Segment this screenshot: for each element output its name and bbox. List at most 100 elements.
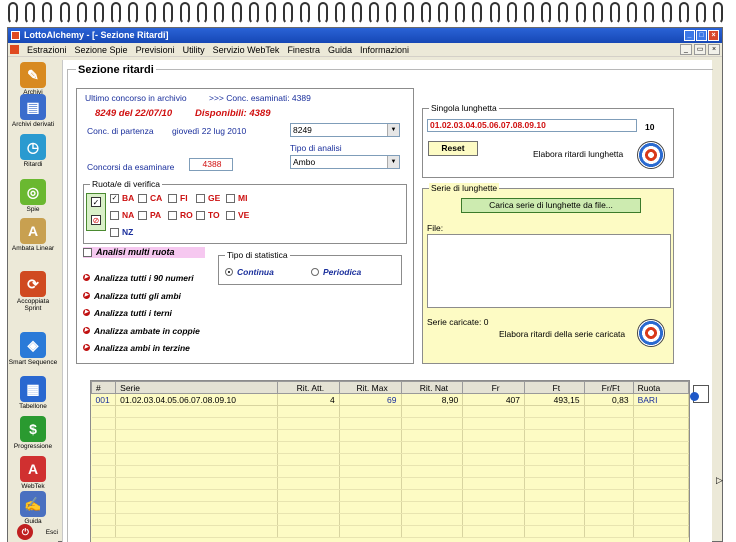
column-header[interactable]: Fr — [462, 381, 525, 394]
load-series-button[interactable]: Carica serie di lunghette da file... — [461, 198, 641, 213]
menu-item[interactable]: Sezione Spie — [71, 45, 132, 55]
page: LottoAlchemy - [- Sezione Ritardi] _ □ ×… — [0, 0, 736, 542]
periodica-radio[interactable] — [311, 268, 319, 276]
sidebar-item-esci[interactable]: ⏻ Esci — [8, 524, 58, 541]
analysis-combo[interactable]: Ambo ▼ — [290, 155, 400, 169]
wheel-checkbox-na[interactable] — [110, 211, 119, 220]
export-doc-icon[interactable] — [690, 385, 709, 403]
menu-item[interactable]: Previsioni — [132, 45, 179, 55]
start-label: Conc. di partenza — [87, 126, 154, 136]
table-cell — [633, 489, 689, 502]
continua-radio[interactable] — [225, 268, 233, 276]
sidebar-item-archivi-derivati[interactable]: ▤ Archivi derivati — [8, 94, 58, 128]
spiral-ring — [627, 2, 638, 24]
wheel-checkbox-ge[interactable] — [196, 194, 205, 203]
analysis-link[interactable]: ▶ Analizza tutti i terni — [83, 308, 172, 318]
spiral-ring — [472, 2, 483, 24]
guide-icon: ✍ — [20, 491, 46, 517]
maximize-button[interactable]: □ — [696, 30, 707, 41]
wheel-checkbox-mi[interactable] — [226, 194, 235, 203]
target-icon[interactable] — [637, 319, 665, 347]
mdi-close-button[interactable]: × — [708, 44, 720, 55]
recycle-icon: ⟳ — [20, 271, 46, 297]
column-header[interactable]: Serie — [115, 381, 278, 394]
column-header[interactable]: Rit. Max — [338, 381, 402, 394]
table-cell — [115, 417, 278, 430]
sidebar-item-tabellone[interactable]: ▦ Tabellone — [8, 376, 58, 410]
table-row-empty — [91, 417, 689, 430]
sidebar-item-webtek[interactable]: A WebTek — [8, 456, 58, 490]
wheel-checkbox-fi[interactable] — [168, 194, 177, 203]
file-list[interactable] — [427, 234, 671, 308]
mdi-restore-button[interactable]: ▭ — [694, 44, 706, 55]
spiral-ring — [8, 2, 18, 24]
wheel-checkbox-nz[interactable] — [110, 228, 119, 237]
analysis-link[interactable]: ▶ Analizza ambate in coppie — [83, 326, 200, 336]
table-cell: 01.02.03.04.05.06.07.08.09.10 — [115, 393, 278, 406]
analysis-link[interactable]: ▶ Analizza tutti i 90 numeri — [83, 273, 194, 283]
minimize-button[interactable]: _ — [684, 30, 695, 41]
table-cell — [633, 417, 689, 430]
sidebar-item-archivi[interactable]: ✎ Archivi — [8, 62, 58, 96]
mdi-child-icon[interactable] — [10, 45, 19, 54]
menu-item[interactable]: Guida — [324, 45, 356, 55]
sidebar-item-guida[interactable]: ✍ Guida — [8, 491, 58, 525]
chevron-down-icon[interactable]: ▼ — [387, 124, 399, 136]
sidebar-item-spie[interactable]: ◎ Spie — [8, 179, 58, 213]
wheel-checkbox-to[interactable] — [196, 211, 205, 220]
table-cell — [277, 513, 340, 526]
wheel-checkbox-pa[interactable] — [138, 211, 147, 220]
chevron-down-icon[interactable]: ▼ — [387, 156, 399, 168]
wheel-checkbox-ba[interactable]: ✓ — [110, 194, 119, 203]
sidebar-item-ritardi[interactable]: ◷ Ritardi — [8, 134, 58, 168]
table-cell — [277, 477, 340, 490]
file-label: File: — [427, 223, 444, 233]
last-archive-value: 8249 del 22/07/10 — [95, 108, 173, 119]
analysis-link[interactable]: ▶ Analizza ambi in terzine — [83, 343, 190, 353]
table-cell — [462, 429, 525, 442]
series-loaded: Serie caricate: 0 — [427, 317, 489, 327]
wheel-checkbox-ca[interactable] — [138, 194, 147, 203]
close-button[interactable]: × — [708, 30, 719, 41]
menu-item[interactable]: Utility — [179, 45, 209, 55]
select-all-icon[interactable]: ✓ — [91, 197, 101, 207]
multi-ruota-label: Analisi multi ruota — [96, 247, 175, 257]
results-table[interactable]: # Serie Rit. Att. Rit. Max Rit. Nat Fr Ft Fr/Ft… — [90, 380, 690, 542]
wheel-checkbox-ro[interactable] — [168, 211, 177, 220]
wheel-checkbox-ve[interactable] — [226, 211, 235, 220]
sidebar-item-accoppiata-sprint[interactable]: ⟳ Accoppiata Sprint — [8, 271, 58, 312]
scroll-right-icon[interactable]: ▷ — [716, 475, 723, 486]
start-combo[interactable]: 8249 ▼ — [290, 123, 400, 137]
to-examine-field[interactable]: 4388 — [189, 158, 233, 171]
column-header[interactable]: Fr/Ft — [583, 381, 634, 394]
table-cell — [584, 465, 634, 478]
column-header[interactable]: Rit. Att. — [277, 381, 340, 394]
table-row[interactable]: 001 01.02.03.04.05.06.07.08.09.10 4 69 8,90 4… — [91, 393, 689, 406]
single-lunghetta-input[interactable]: 01.02.03.04.05.06.07.08.09.10 — [427, 119, 637, 132]
column-header[interactable]: # — [91, 381, 117, 394]
table-row-empty — [91, 525, 689, 538]
menu-item[interactable]: Estrazioni — [23, 45, 71, 55]
multi-ruota-checkbox[interactable] — [83, 248, 92, 257]
column-header[interactable]: Rit. Nat — [400, 381, 464, 394]
sidebar-item-label: Progressione — [13, 443, 53, 450]
table-cell — [115, 465, 278, 478]
sidebar-item-smart-sequence[interactable]: ◈ Smart Sequence — [8, 332, 58, 366]
analysis-link[interactable]: ▶ Analizza tutti gli ambi — [83, 291, 181, 301]
table-cell — [633, 441, 689, 454]
sidebar-item-ambata-linear[interactable]: A Ambata Linear — [8, 218, 58, 252]
main-panel: Sezione ritardi Ultimo concorso in archi… — [62, 60, 713, 542]
column-header[interactable]: Ft — [524, 381, 585, 394]
mdi-minimize-button[interactable]: _ — [680, 44, 692, 55]
column-header[interactable]: Ruota — [632, 381, 689, 394]
reset-button[interactable]: Reset — [428, 141, 478, 156]
menu-item[interactable]: Finestra — [283, 45, 324, 55]
menu-item[interactable]: Informazioni — [356, 45, 413, 55]
sidebar-item-progressione[interactable]: $ Progressione — [8, 416, 58, 450]
deselect-all-icon[interactable]: ⊘ — [91, 215, 101, 225]
table-cell — [633, 465, 689, 478]
wheel-label: PA — [150, 210, 162, 220]
spiral-ring — [386, 2, 397, 24]
target-icon[interactable] — [637, 141, 665, 169]
menu-item[interactable]: Servizio WebTek — [209, 45, 284, 55]
